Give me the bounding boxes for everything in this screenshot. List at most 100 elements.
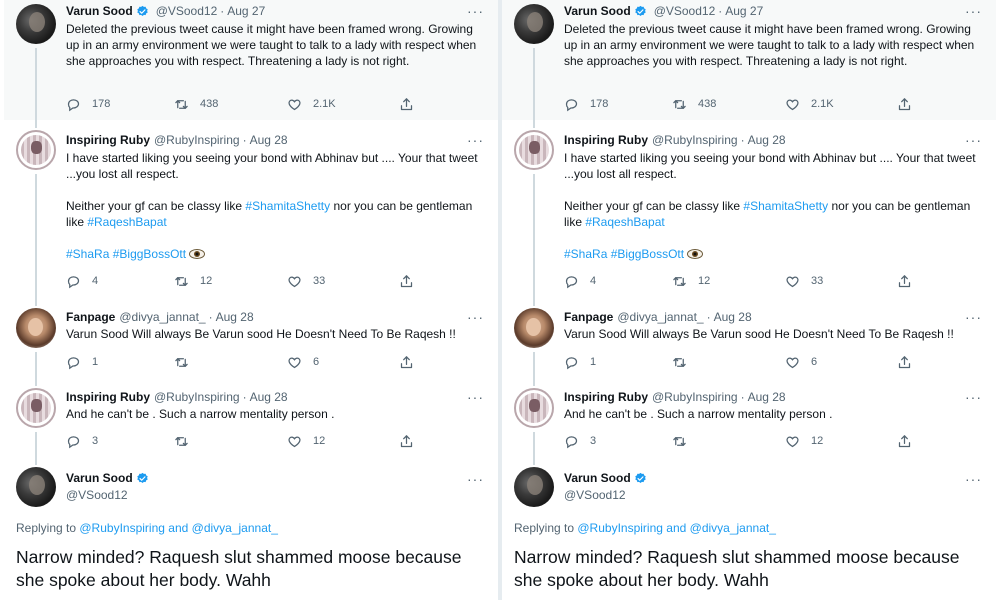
more-options-icon[interactable]: ··· [467,310,484,324]
like-button[interactable]: 6 [785,355,817,370]
tweet[interactable]: Fanpage @divya_jannat_ · Aug 28 ··· Varun Soo… [4,295,498,377]
mention-link[interactable]: @RubyInspiring [577,521,663,535]
reply-button[interactable]: 3 [564,434,596,449]
reply-button[interactable]: 3 [66,434,98,449]
share-button[interactable] [399,97,425,112]
author-handle[interactable]: @RubyInspiring [154,389,240,405]
ruby-avatar[interactable] [514,130,554,170]
hashtag-link[interactable]: #BiggBossOtt [611,247,684,261]
retweet-button[interactable]: 12 [672,274,710,289]
reply-button[interactable]: 178 [564,97,608,112]
fanpage-avatar[interactable] [16,308,56,348]
ruby-avatar[interactable] [16,130,56,170]
share-button[interactable] [897,97,923,112]
hashtag-link[interactable]: #RaqeshBapat [87,215,166,229]
like-button[interactable]: 2.1K [785,97,834,112]
more-options-icon[interactable]: ··· [965,472,982,486]
share-button[interactable] [399,434,425,449]
tweet-date[interactable]: Aug 28 [250,389,288,405]
retweet-button[interactable] [672,434,698,449]
retweet-button[interactable]: 12 [174,274,212,289]
reply-button[interactable]: 178 [66,97,110,112]
tweet-date[interactable]: Aug 27 [725,3,763,19]
like-button[interactable]: 12 [785,434,823,449]
tweet[interactable]: Inspiring Ruby @RubyInspiring · Aug 28 ··· I … [502,120,996,295]
author-handle[interactable]: @VSood12 [564,487,650,503]
more-options-icon[interactable]: ··· [965,310,982,324]
varun-avatar[interactable] [514,4,554,44]
retweet-button[interactable]: 438 [672,97,716,112]
varun-avatar[interactable] [16,4,56,44]
share-button[interactable] [897,274,923,289]
ruby-avatar[interactable] [514,388,554,428]
more-options-icon[interactable]: ··· [467,472,484,486]
author-handle[interactable]: @RubyInspiring [652,389,738,405]
reply-button[interactable]: 4 [564,274,596,289]
hashtag-link[interactable]: #BiggBossOtt [113,247,186,261]
like-button[interactable]: 33 [287,274,325,289]
more-options-icon[interactable]: ··· [965,390,982,404]
retweet-button[interactable] [174,434,200,449]
more-options-icon[interactable]: ··· [965,4,982,18]
reply-button[interactable]: 4 [66,274,98,289]
author-handle[interactable]: @RubyInspiring [154,132,240,148]
more-options-icon[interactable]: ··· [467,390,484,404]
tweet[interactable]: Inspiring Ruby @RubyInspiring · Aug 28 ··· An… [4,377,498,457]
like-button[interactable]: 6 [287,355,319,370]
fanpage-avatar[interactable] [514,308,554,348]
more-options-icon[interactable]: ··· [965,133,982,147]
hashtag-link[interactable]: #ShamitaShetty [743,199,828,213]
tweet-date[interactable]: Aug 28 [748,132,786,148]
author-name[interactable]: Inspiring Ruby [66,389,150,405]
ruby-avatar[interactable] [16,388,56,428]
retweet-button[interactable] [174,355,200,370]
author-handle[interactable]: @divya_jannat_ [617,309,703,325]
share-button[interactable] [399,355,425,370]
like-button[interactable]: 33 [785,274,823,289]
mention-link[interactable]: @divya_jannat_ [690,521,776,535]
tweet-date[interactable]: Aug 27 [227,3,265,19]
author-name[interactable]: Inspiring Ruby [564,389,648,405]
tweet[interactable]: Varun Sood @VSood12 · Aug 27 ··· Deleted the … [502,0,996,120]
share-button[interactable] [897,355,923,370]
retweet-button[interactable]: 438 [174,97,218,112]
more-options-icon[interactable]: ··· [467,133,484,147]
author-handle[interactable]: @VSood12 [156,3,218,19]
author-name[interactable]: Varun Sood [564,470,631,486]
hashtag-link[interactable]: #ShamitaShetty [245,199,330,213]
like-button[interactable]: 12 [287,434,325,449]
author-name[interactable]: Varun Sood [564,3,631,19]
tweet-date[interactable]: Aug 28 [714,309,752,325]
mention-link[interactable]: @RubyInspiring [79,521,165,535]
varun-avatar[interactable] [16,467,56,507]
tweet-date[interactable]: Aug 28 [250,132,288,148]
author-name[interactable]: Fanpage [564,309,613,325]
tweet[interactable]: Inspiring Ruby @RubyInspiring · Aug 28 ··· An… [502,377,996,457]
reply-button[interactable]: 1 [564,355,596,370]
author-handle[interactable]: @VSood12 [654,3,716,19]
tweet[interactable]: Varun Sood @VSood12 · Aug 27 ··· Deleted the … [4,0,498,120]
author-name[interactable]: Inspiring Ruby [564,132,648,148]
share-button[interactable] [399,274,425,289]
share-button[interactable] [897,434,923,449]
author-handle[interactable]: @VSood12 [66,487,152,503]
tweet-date[interactable]: Aug 28 [748,389,786,405]
like-button[interactable]: 2.1K [287,97,336,112]
more-options-icon[interactable]: ··· [467,4,484,18]
author-handle[interactable]: @RubyInspiring [652,132,738,148]
varun-avatar[interactable] [514,467,554,507]
author-name[interactable]: Varun Sood [66,470,133,486]
reply-button[interactable]: 1 [66,355,98,370]
tweet[interactable]: Inspiring Ruby @RubyInspiring · Aug 28 ··· I … [4,120,498,295]
author-handle[interactable]: @divya_jannat_ [119,309,205,325]
hashtag-link[interactable]: #RaqeshBapat [585,215,664,229]
mention-link[interactable]: @divya_jannat_ [192,521,278,535]
author-name[interactable]: Fanpage [66,309,115,325]
tweet-date[interactable]: Aug 28 [216,309,254,325]
retweet-button[interactable] [672,355,698,370]
tweet[interactable]: Fanpage @divya_jannat_ · Aug 28 ··· Varun Soo… [502,295,996,377]
author-name[interactable]: Inspiring Ruby [66,132,150,148]
hashtag-link[interactable]: #ShaRa [66,247,109,261]
author-name[interactable]: Varun Sood [66,3,133,19]
hashtag-link[interactable]: #ShaRa [564,247,607,261]
